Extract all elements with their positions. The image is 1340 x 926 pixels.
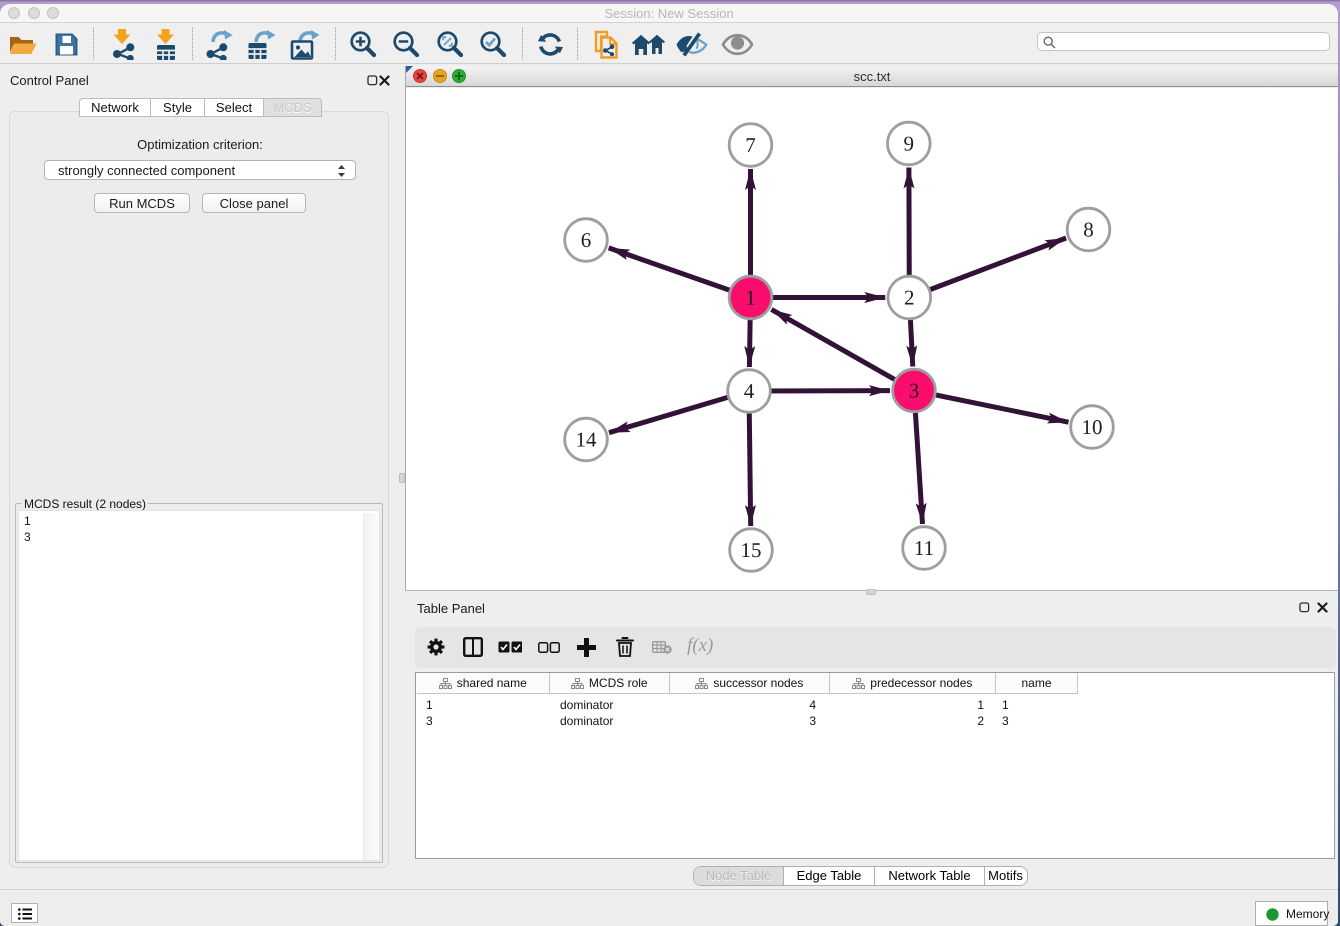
- svg-text:14: 14: [576, 428, 598, 452]
- svg-text:11: 11: [914, 536, 934, 560]
- svg-text:4: 4: [744, 379, 755, 403]
- svg-text:15: 15: [741, 538, 762, 562]
- svg-text:2: 2: [904, 286, 915, 310]
- svg-text:1: 1: [745, 286, 756, 310]
- svg-text:10: 10: [1082, 415, 1103, 439]
- svg-text:8: 8: [1083, 218, 1094, 242]
- svg-text:6: 6: [581, 228, 592, 252]
- svg-text:7: 7: [745, 133, 756, 157]
- svg-text:9: 9: [904, 132, 915, 156]
- svg-text:3: 3: [909, 379, 920, 403]
